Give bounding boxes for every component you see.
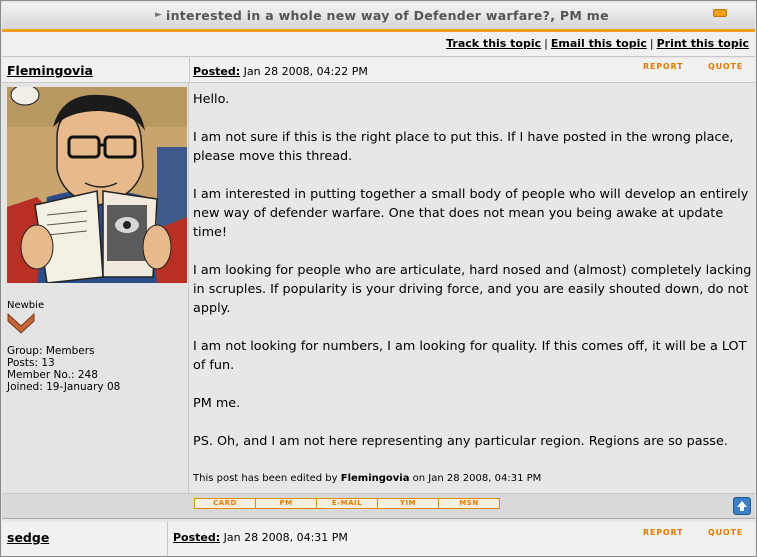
- user-joined: Joined: 19-January 08: [7, 381, 121, 393]
- quote-button[interactable]: QUOTE: [708, 528, 743, 537]
- edit-author: Flemingovia: [340, 473, 410, 484]
- post-author-name[interactable]: sedge: [7, 530, 49, 545]
- post-paragraph: I am not sure if this is the right place…: [193, 130, 734, 164]
- print-topic-link[interactable]: Print this topic: [657, 37, 749, 50]
- email-button[interactable]: E-MAIL: [316, 498, 378, 509]
- edit-suffix: on Jan 28 2008, 04:31 PM: [412, 473, 542, 484]
- post-buttons: REPORT QUOTE: [622, 528, 743, 537]
- post-paragraph: Hello.: [193, 92, 230, 107]
- topic-actions: Track this topic | Email this topic | Print …: [446, 37, 749, 50]
- rank-chevron-icon: [7, 312, 35, 334]
- msn-button[interactable]: MSN: [438, 498, 500, 509]
- back-to-top-icon[interactable]: [733, 497, 751, 515]
- topic-title: interested in a whole new way of Defende…: [166, 8, 609, 23]
- post-body: Hello. I am not sure if this is the right…: [190, 83, 754, 493]
- user-rank: Newbie: [7, 300, 45, 311]
- post-author-header: sedge: [2, 522, 168, 556]
- yim-button[interactable]: YIM: [377, 498, 439, 509]
- posted-date-value: Jan 28 2008, 04:22 PM: [243, 65, 368, 78]
- actions-separator: |: [649, 37, 654, 50]
- user-group: Group: Members: [7, 345, 95, 357]
- post-paragraph: I am not looking for numbers, I am looki…: [193, 339, 747, 373]
- forum-topic-view: ► interested in a whole new way of Defen…: [0, 0, 757, 557]
- post-date: Posted: Jan 28 2008, 04:22 PM: [193, 65, 368, 78]
- post-author-name[interactable]: Flemingovia: [7, 63, 93, 78]
- post-author-panel: Newbie Group: Members Posts: 13 Member N…: [2, 83, 189, 493]
- post-paragraph: I am looking for people who are articula…: [193, 263, 752, 316]
- actions-separator: |: [544, 37, 548, 50]
- title-arrow-icon: ►: [155, 10, 162, 20]
- quote-button[interactable]: QUOTE: [708, 62, 743, 71]
- posted-label: Posted:: [173, 531, 221, 544]
- track-topic-link[interactable]: Track this topic: [446, 37, 541, 50]
- topic-actions-bar: Track this topic | Email this topic | Print …: [2, 32, 755, 57]
- posted-label: Posted:: [193, 65, 241, 78]
- user-avatar[interactable]: [7, 87, 187, 283]
- post-buttons: REPORT QUOTE: [622, 62, 743, 71]
- edit-prefix: This post has been edited by: [193, 473, 338, 484]
- post-meta-header: Posted: Jan 28 2008, 04:31 PM REPORT QUO…: [168, 522, 755, 556]
- post-date: Posted: Jan 28 2008, 04:31 PM: [173, 531, 348, 544]
- post-content: Hello. I am not sure if this is the right…: [193, 90, 753, 470]
- topic-title-bar: ► interested in a whole new way of Defen…: [2, 3, 755, 32]
- edit-note: This post has been edited by Flemingovia…: [193, 473, 541, 484]
- arrow-up-icon: [737, 501, 747, 511]
- user-posts: Posts: 13: [7, 357, 55, 369]
- post-meta-header: Posted: Jan 28 2008, 04:22 PM REPORT QUO…: [190, 58, 755, 83]
- user-stats: Group: Members Posts: 13 Member No.: 248…: [7, 345, 120, 393]
- report-button[interactable]: REPORT: [643, 62, 683, 71]
- post-footer: CARD PM E-MAIL YIM MSN: [2, 493, 755, 519]
- post-paragraph: PM me.: [193, 396, 241, 411]
- next-post: sedge Posted: Jan 28 2008, 04:31 PM REPO…: [2, 522, 755, 556]
- contact-buttons: CARD PM E-MAIL YIM MSN: [194, 498, 500, 509]
- post-paragraph: I am interested in putting together a sm…: [193, 187, 749, 240]
- card-button[interactable]: CARD: [194, 498, 256, 509]
- email-topic-link[interactable]: Email this topic: [551, 37, 647, 50]
- post-paragraph: PS. Oh, and I am not here representing a…: [193, 434, 728, 449]
- posted-date-value: Jan 28 2008, 04:31 PM: [223, 531, 348, 544]
- report-button[interactable]: REPORT: [643, 528, 683, 537]
- post-author-header: Flemingovia: [2, 58, 190, 83]
- user-member-no: Member No.: 248: [7, 369, 98, 381]
- pm-button[interactable]: PM: [255, 498, 317, 509]
- collapse-icon[interactable]: [713, 9, 727, 17]
- avatar-image: [7, 87, 187, 283]
